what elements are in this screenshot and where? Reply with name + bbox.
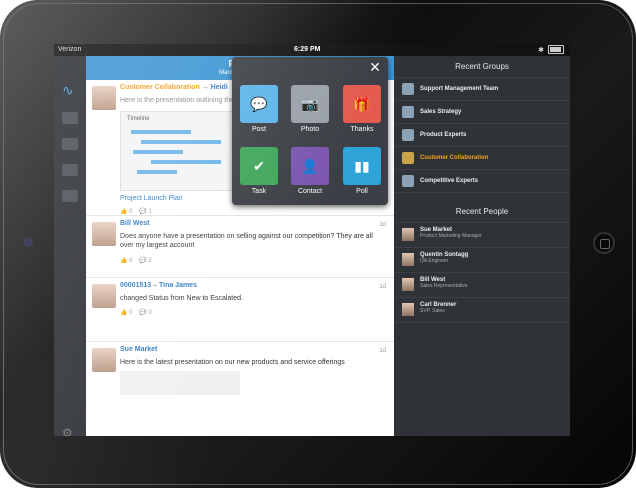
status-bar: Verizon 6:29 PM ✱	[54, 44, 570, 56]
post-age: 1d	[379, 348, 386, 354]
avatar	[92, 222, 116, 246]
nav-icon-3[interactable]	[62, 138, 78, 150]
close-button[interactable]: ✕	[365, 58, 385, 76]
like-count: 0	[129, 209, 133, 216]
battery-icon	[548, 45, 564, 54]
photo-action-tile[interactable]: 📷	[291, 85, 329, 123]
post-meta: 👍 0 💬 1	[120, 208, 388, 215]
avatar	[402, 303, 414, 316]
post-age: 1d	[379, 222, 386, 228]
person-title: SVP, Sales	[420, 308, 445, 314]
bluetooth-icon: ✱	[538, 47, 544, 54]
avatar	[402, 253, 414, 266]
group-item[interactable]: Product Experts	[394, 124, 570, 147]
avatar	[92, 284, 116, 308]
task-action-tile[interactable]: ✔	[240, 147, 278, 185]
nav-icon-5[interactable]	[62, 190, 78, 202]
attachment-preview[interactable]	[120, 371, 240, 396]
group-item[interactable]: Support Management Team	[394, 78, 570, 101]
group-item[interactable]: Competitive Experts	[394, 170, 570, 193]
avatar	[92, 86, 116, 110]
like-icon[interactable]: 👍	[120, 310, 127, 316]
person-title: Sales Representative	[420, 283, 468, 289]
publisher-popup: ✕ 💬 Post 📷 Photo 🎁 Thanks ✔ Task 👤 Conta…	[232, 57, 388, 205]
group-icon	[402, 152, 414, 164]
attachment-title: Timeline	[127, 116, 150, 123]
poll-action-tile[interactable]: ▮▮	[343, 147, 381, 185]
ipad-frame: Verizon 6:29 PM ✱ ∿ ⚙ Feed March 13, 201…	[0, 0, 636, 488]
post-meta: 👍 0 💬 2	[120, 257, 388, 264]
attachment-preview[interactable]: Timeline	[120, 111, 240, 192]
feed-post[interactable]: Sue Market 1d Here is the latest present…	[86, 342, 394, 402]
contact-action-tile[interactable]: 👤	[291, 147, 329, 185]
group-item[interactable]: Sales Strategy	[394, 101, 570, 124]
right-panel: Recent Groups Support Management Team Sa…	[394, 56, 570, 436]
comment-count: 2	[148, 257, 152, 264]
avatar	[402, 228, 414, 241]
comment-icon[interactable]: 💬	[139, 258, 146, 264]
group-item-active[interactable]: Customer Collaboration	[394, 147, 570, 170]
post-text: Here is the latest presentation on our n…	[120, 359, 345, 366]
nav-icon-2[interactable]	[62, 112, 78, 124]
person-item[interactable]: Sue Market Product Marketing Manager	[394, 223, 570, 248]
person-title: QA Engineer	[420, 258, 449, 264]
gear-icon[interactable]: ⚙	[62, 426, 78, 436]
person-item[interactable]: Bill West Sales Representative	[394, 273, 570, 298]
activity-icon[interactable]: ∿	[62, 82, 78, 98]
home-button[interactable]	[593, 232, 615, 254]
group-icon	[402, 129, 414, 141]
post-text: changed Status from New to Escalated.	[120, 295, 243, 302]
like-icon[interactable]: 👍	[120, 209, 127, 215]
post-age: 1d	[379, 284, 386, 290]
like-count: 0	[129, 310, 133, 317]
post-text: Does anyone have a presentation on selli…	[120, 233, 373, 250]
group-icon	[402, 175, 414, 187]
feed-post[interactable]: 00001513 – Tina James 1d changed Status …	[86, 278, 394, 342]
nav-icon-4[interactable]	[62, 164, 78, 176]
post-meta: 👍 0 💬 0	[120, 309, 388, 316]
comment-count: 0	[148, 310, 152, 317]
task-action-label: Task	[251, 188, 267, 195]
like-count: 0	[129, 257, 133, 264]
person-item[interactable]: Quentin Sontagg QA Engineer	[394, 248, 570, 273]
comment-icon[interactable]: 💬	[139, 209, 146, 215]
comment-icon[interactable]: 💬	[139, 310, 146, 316]
clock: 6:29 PM	[294, 46, 321, 53]
avatar	[402, 278, 414, 291]
post-author[interactable]: 00001513 – Tina James	[120, 282, 388, 289]
photo-action-label: Photo	[300, 126, 320, 133]
contact-action-label: Contact	[297, 188, 323, 195]
post-action-tile[interactable]: 💬	[240, 85, 278, 123]
thanks-action-label: Thanks	[350, 126, 374, 133]
comment-count: 1	[148, 209, 152, 216]
group-icon	[402, 106, 414, 118]
post-author[interactable]: Sue Market	[120, 346, 388, 353]
like-icon[interactable]: 👍	[120, 258, 127, 264]
front-camera	[24, 238, 32, 246]
recent-groups-header: Recent Groups	[394, 56, 570, 78]
post-author[interactable]: Bill West	[120, 220, 388, 227]
thanks-action-tile[interactable]: 🎁	[343, 85, 381, 123]
person-item[interactable]: Carl Brenner SVP, Sales	[394, 298, 570, 323]
person-title: Product Marketing Manager	[420, 233, 482, 239]
left-nav: ∿ ⚙	[54, 56, 86, 436]
avatar	[92, 348, 116, 372]
screen: Verizon 6:29 PM ✱ ∿ ⚙ Feed March 13, 201…	[54, 44, 570, 436]
group-icon	[402, 83, 414, 95]
carrier-label: Verizon	[58, 46, 82, 53]
post-action-label: Post	[251, 126, 266, 133]
recent-people-header: Recent People	[394, 201, 570, 223]
feed-post[interactable]: Bill West 1d Does anyone have a presenta…	[86, 216, 394, 278]
poll-action-label: Poll	[356, 188, 368, 195]
